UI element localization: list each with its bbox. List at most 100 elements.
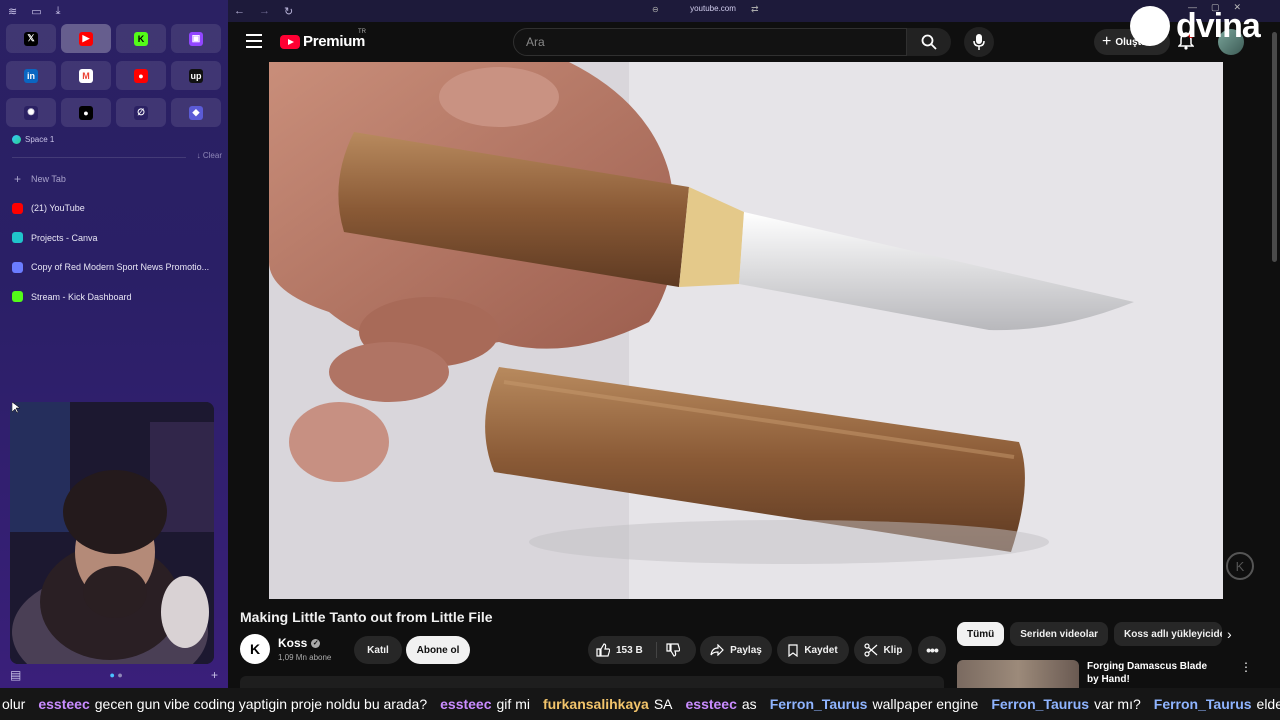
search-box [513, 28, 907, 56]
sidebar-footer: ▤ ● ● + [0, 662, 228, 688]
dvina-logo-icon [1130, 6, 1170, 46]
pinned-tabs: 𝕏 ▶ K ▣ in M ● up ✺ ● ∅ ◆ [6, 24, 222, 127]
close-icon[interactable]: ✕ [1234, 2, 1242, 13]
youtube-premium-logo[interactable]: Premium TR [280, 29, 366, 50]
chat-text: elden ring? [1256, 696, 1280, 712]
arc-icon[interactable]: ≋ [8, 5, 17, 18]
space-icon [12, 135, 21, 144]
filter-chip[interactable]: Seriden videolar [1010, 622, 1109, 646]
video-frame [269, 62, 1223, 599]
pinned-tab-linear[interactable]: ◆ [171, 98, 221, 127]
join-button[interactable]: Katıl [354, 636, 402, 664]
forward-icon[interactable]: → [259, 5, 270, 18]
canva-icon [12, 232, 23, 243]
pinned-tab-linkedin[interactable]: in [6, 61, 56, 90]
circle-icon: ● [79, 105, 93, 120]
clear-tabs-button[interactable]: ↓ Clear [197, 151, 222, 160]
description-box[interactable] [240, 676, 944, 688]
pinned-tab-perplexity[interactable]: ∅ [116, 98, 166, 127]
pinned-tab-gmail[interactable]: M [61, 61, 111, 90]
like-button[interactable]: 153 B [588, 636, 696, 664]
channel-avatar[interactable]: K [240, 634, 270, 664]
sidebar-tab[interactable]: Stream - Kick Dashboard [8, 286, 222, 308]
new-tab-button[interactable]: + New Tab [8, 168, 222, 190]
search-input[interactable] [514, 29, 906, 55]
youtube-icon: ▶ [79, 31, 93, 46]
bookmark-icon [788, 643, 798, 657]
pinned-tab-circle[interactable]: ● [61, 98, 111, 127]
sidebar-tab[interactable]: (21) YouTube [8, 197, 222, 219]
recommendation-thumbnail[interactable] [957, 660, 1079, 688]
menu-icon[interactable] [246, 34, 262, 48]
page-scrollbar[interactable] [1270, 22, 1280, 688]
tab-divider: ↓ Clear [12, 151, 222, 163]
chat-text: gecen gun vibe coding yaptigin proje nol… [94, 696, 428, 712]
pinned-tab-upwork[interactable]: up [171, 61, 221, 90]
search-button[interactable] [907, 28, 951, 56]
pinned-tab-youtube-music[interactable]: ● [116, 61, 166, 90]
chat-username: Ferron_Taurus [991, 696, 1090, 712]
video-title: Making Little Tanto out from Little File [240, 609, 493, 625]
perplexity-icon: ∅ [134, 105, 148, 120]
voice-search-button[interactable] [964, 27, 994, 57]
upwork-icon: up [189, 68, 203, 83]
recommendation-title[interactable]: Forging Damascus Blade by Hand! [1087, 660, 1219, 688]
sidebar-tab[interactable]: Copy of Red Modern Sport News Promotio..… [8, 256, 222, 278]
chat-message: essteec gecen gun vibe coding yaptigin pr… [38, 696, 427, 712]
chat-message: essteec gif mi [440, 696, 530, 712]
space-label[interactable]: Space 1 [12, 135, 54, 144]
channel-name[interactable]: Koss ✓ [278, 636, 321, 650]
plus-icon: + [1102, 33, 1112, 50]
youtube-music-icon: ● [134, 68, 148, 83]
sidebar-toggle-icon[interactable]: ▭ [31, 5, 41, 18]
chat-text: olur [2, 696, 26, 712]
sidebar-tab[interactable]: Projects - Canva [8, 227, 222, 249]
save-button[interactable]: Kaydet [777, 636, 849, 664]
video-letterbox-left [228, 62, 269, 599]
video-player[interactable] [269, 62, 1223, 599]
linear-icon: ◆ [189, 105, 203, 120]
site-settings-icon[interactable]: ⇄ [751, 4, 759, 15]
chat-message: Ferron_Tauruselden ring? [1154, 696, 1280, 712]
chat-username: essteec [38, 696, 90, 712]
pinned-tab-chatgpt[interactable]: ✺ [6, 98, 56, 127]
x-icon: 𝕏 [24, 31, 38, 46]
share-icon [710, 644, 724, 656]
plus-icon: + [13, 172, 21, 186]
pinned-tab-youtube[interactable]: ▶ [61, 24, 111, 53]
more-vertical-icon[interactable]: ⋮ [1240, 660, 1252, 674]
chat-text: SA [653, 696, 673, 712]
reload-icon[interactable]: ↻ [284, 5, 293, 18]
chevron-right-icon[interactable]: › [1227, 626, 1232, 642]
sidebar-toolbar: ≋ ▭ ⤓ [8, 4, 61, 18]
canva-heart-icon [12, 261, 23, 273]
pinned-tab-kick[interactable]: K [116, 24, 166, 53]
pinned-tab-x[interactable]: 𝕏 [6, 24, 56, 53]
chatgpt-icon: ✺ [24, 105, 38, 120]
share-button[interactable]: Paylaş [700, 636, 772, 664]
subscriber-count: 1,09 Mn abone [278, 653, 332, 662]
maximize-icon[interactable]: ▢ [1211, 2, 1220, 13]
gmail-icon: M [79, 68, 93, 83]
filter-chip[interactable]: Tümü [957, 622, 1005, 646]
chat-username: essteec [440, 696, 492, 712]
clip-button[interactable]: Klip [854, 636, 912, 664]
thumbs-down-icon[interactable] [666, 643, 680, 657]
subscribe-button[interactable]: Abone ol [406, 636, 470, 664]
youtube-logo-icon [280, 34, 300, 49]
archive-icon[interactable]: ▤ [10, 668, 21, 682]
filter-chip[interactable]: Koss adlı yükleyiciden [1114, 622, 1223, 646]
channel-watermark-icon[interactable]: K [1226, 552, 1254, 580]
more-actions-button[interactable]: ••• [918, 636, 946, 664]
thumbs-up-icon [596, 643, 610, 657]
space-dots[interactable]: ● ● [109, 670, 122, 680]
minimize-icon[interactable]: — [1188, 2, 1197, 13]
back-icon[interactable]: ← [234, 5, 245, 18]
youtube-header: Premium TR + Oluştur [228, 22, 1270, 62]
video-letterbox-right [1223, 62, 1270, 599]
twitch-icon: ▣ [189, 31, 203, 46]
add-space-icon[interactable]: + [211, 668, 218, 682]
more-horizontal-icon: ••• [926, 642, 939, 658]
pinned-tab-twitch[interactable]: ▣ [171, 24, 221, 53]
download-icon[interactable]: ⤓ [56, 5, 61, 18]
